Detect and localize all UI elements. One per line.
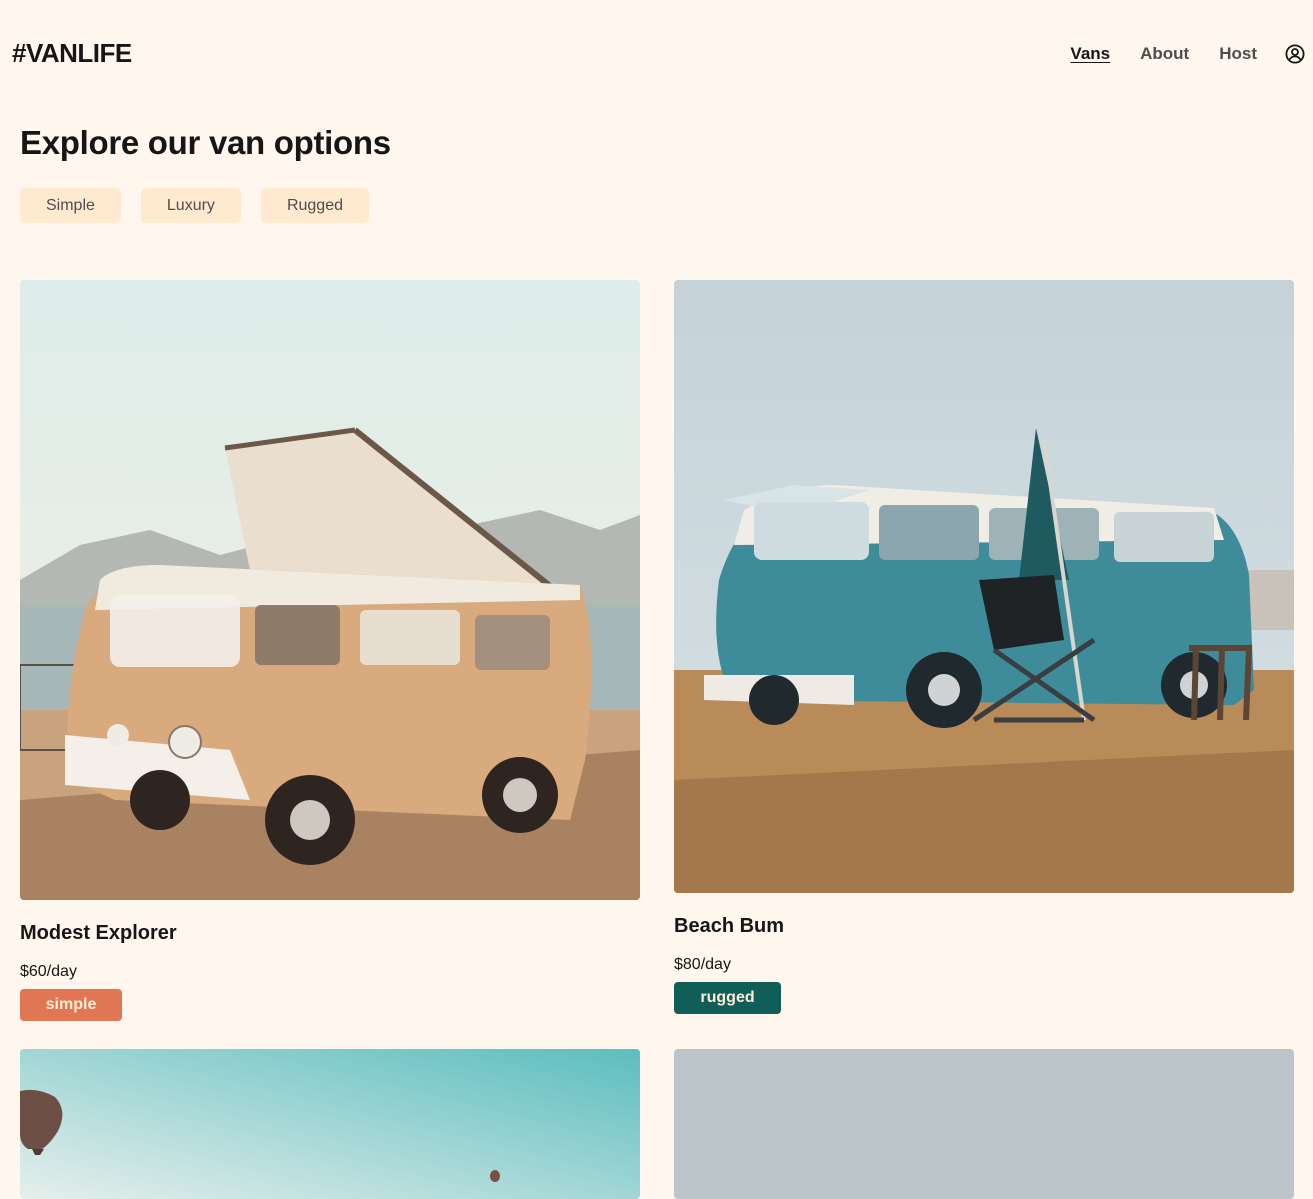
van-image[interactable] [674,1049,1294,1199]
van-image[interactable] [20,1049,640,1199]
site-logo[interactable]: #VANLIFE [12,38,132,69]
van-name[interactable]: Modest Explorer [20,922,640,945]
van-card[interactable]: Beach Bum $80/day rugged [674,280,1294,1014]
van-price: $60/day [20,963,77,980]
nav-link-host[interactable]: Host [1219,42,1257,66]
van-name[interactable]: Beach Bum [674,915,1294,938]
page-title: Explore our van options [20,124,391,161]
filter-rugged-button[interactable]: Rugged [260,188,369,223]
van-card[interactable] [20,1049,640,1199]
filter-simple-button[interactable]: Simple [20,188,121,223]
van-price: $80/day [674,956,731,973]
van-card[interactable] [674,1049,1294,1199]
main-nav: Vans About Host [1040,42,1305,66]
filter-bar: Simple Luxury Rugged [20,188,389,223]
nav-link-about[interactable]: About [1140,42,1189,66]
nav-link-vans[interactable]: Vans [1070,42,1110,66]
van-image-beach-bum[interactable] [674,280,1294,893]
user-circle-icon[interactable] [1285,44,1305,64]
van-card[interactable]: Modest Explorer $60/day simple [20,280,640,1021]
van-type-badge: rugged [674,982,781,1014]
van-image-modest-explorer[interactable] [20,280,640,900]
filter-luxury-button[interactable]: Luxury [140,188,241,223]
site-header: #VANLIFE Vans About Host [0,0,1313,108]
van-type-badge: simple [20,989,122,1021]
